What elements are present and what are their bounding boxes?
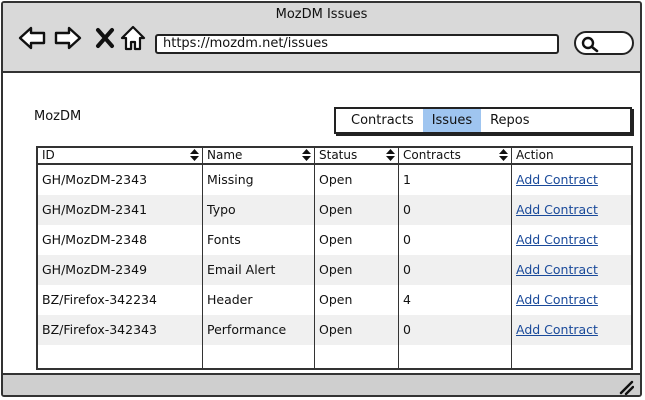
add-contract-link[interactable]: Add Contract [516, 292, 598, 307]
home-icon[interactable] [119, 23, 149, 53]
forward-arrow-icon[interactable] [53, 23, 83, 53]
column-header-label: Status [319, 148, 358, 162]
add-contract-link[interactable]: Add Contract [516, 262, 598, 277]
app-name: MozDM [34, 109, 82, 124]
table-row[interactable]: BZ/Firefox-342234 Header Open 4 Add Cont… [38, 285, 631, 315]
add-contract-link[interactable]: Add Contract [516, 232, 598, 247]
cell-contracts: 1 [403, 172, 411, 187]
cell-id: GH/MozDM-2349 [42, 262, 148, 277]
cell-name: Missing [207, 172, 254, 187]
column-header-action: Action [512, 148, 631, 163]
cell-id: BZ/Firefox-342343 [42, 322, 157, 337]
column-header-status[interactable]: Status [315, 148, 398, 163]
cell-name: Performance [207, 322, 287, 337]
cell-status: Open [319, 172, 353, 187]
cell-name: Email Alert [207, 262, 276, 277]
browser-window: MozDM Issues https://mozdm.net/issues Mo… [1, 1, 642, 397]
cell-name: Header [207, 292, 253, 307]
cell-status: Open [319, 322, 353, 337]
column-header-label: Name [207, 148, 243, 162]
table-row[interactable]: GH/MozDM-2343 Missing Open 1 Add Contrac… [38, 165, 631, 195]
issues-table: ID Name Status Contracts Action GH/MozDM… [36, 146, 633, 370]
tab-repos[interactable]: Repos [481, 109, 538, 132]
sort-icon[interactable] [190, 149, 199, 161]
cell-id: GH/MozDM-2343 [42, 172, 148, 187]
column-header-label: ID [42, 148, 55, 162]
cell-name: Fonts [207, 232, 241, 247]
add-contract-link[interactable]: Add Contract [516, 322, 598, 337]
column-divider [398, 148, 399, 368]
cell-name: Typo [207, 202, 236, 217]
window-title: MozDM Issues [275, 7, 368, 22]
cell-contracts: 0 [403, 232, 411, 247]
column-divider [314, 148, 315, 368]
sort-icon[interactable] [499, 149, 508, 161]
cell-contracts: 4 [403, 292, 411, 307]
tab-contracts[interactable]: Contracts [336, 109, 423, 132]
column-header-name[interactable]: Name [203, 148, 314, 163]
tab-bar: Contracts Issues Repos [334, 107, 632, 134]
back-arrow-icon[interactable] [17, 23, 47, 53]
tab-issues[interactable]: Issues [422, 109, 482, 132]
table-row[interactable]: GH/MozDM-2349 Email Alert Open 0 Add Con… [38, 255, 631, 285]
cell-id: GH/MozDM-2348 [42, 232, 148, 247]
table-header: ID Name Status Contracts Action [38, 148, 631, 165]
search-field[interactable] [574, 31, 634, 55]
column-divider [202, 148, 203, 368]
status-bar [3, 373, 640, 395]
close-icon[interactable] [91, 23, 121, 53]
table-row[interactable]: GH/MozDM-2341 Typo Open 0 Add Contract [38, 195, 631, 225]
cell-id: BZ/Firefox-342234 [42, 292, 157, 307]
browser-chrome: MozDM Issues https://mozdm.net/issues [3, 3, 640, 73]
sort-icon[interactable] [386, 149, 395, 161]
cell-status: Open [319, 232, 353, 247]
cell-contracts: 0 [403, 262, 411, 277]
column-header-id[interactable]: ID [38, 148, 202, 163]
search-icon [581, 36, 599, 53]
table-row-empty [38, 345, 631, 368]
cell-contracts: 0 [403, 322, 411, 337]
add-contract-link[interactable]: Add Contract [516, 202, 598, 217]
address-bar[interactable]: https://mozdm.net/issues [155, 34, 559, 54]
column-header-label: Action [516, 148, 554, 162]
column-header-label: Contracts [403, 148, 461, 162]
table-row[interactable]: GH/MozDM-2348 Fonts Open 0 Add Contract [38, 225, 631, 255]
cell-status: Open [319, 292, 353, 307]
column-divider [511, 148, 512, 368]
cell-status: Open [319, 202, 353, 217]
sort-icon[interactable] [302, 149, 311, 161]
add-contract-link[interactable]: Add Contract [516, 172, 598, 187]
resize-grip-icon[interactable] [618, 379, 634, 395]
column-header-contracts[interactable]: Contracts [399, 148, 511, 163]
cell-id: GH/MozDM-2341 [42, 202, 148, 217]
table-row[interactable]: BZ/Firefox-342343 Performance Open 0 Add… [38, 315, 631, 345]
cell-contracts: 0 [403, 202, 411, 217]
cell-status: Open [319, 262, 353, 277]
